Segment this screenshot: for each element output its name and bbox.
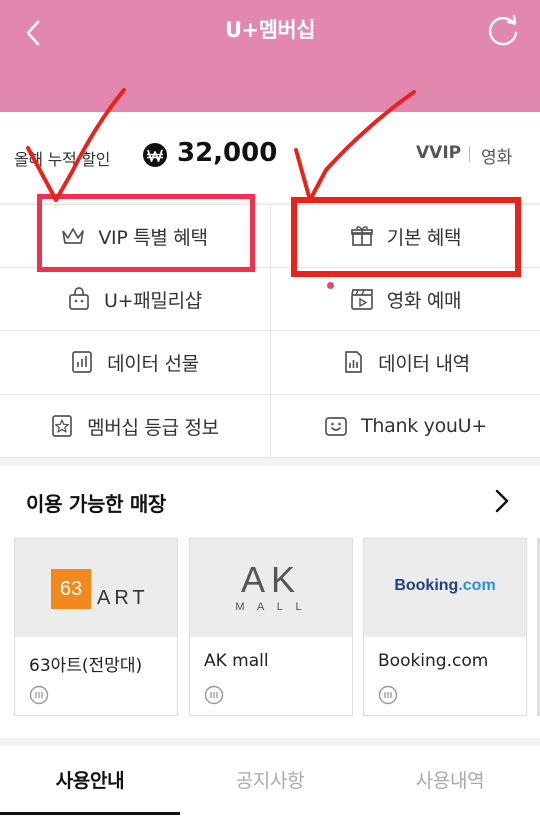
membership-grade: VVIP [416,143,462,163]
membership-grade-info-button[interactable]: 멤버십 등급 정보 [0,395,268,457]
coin-icon [29,685,49,705]
discount-summary: 올해 누적 할인 32,000 VVIP 영화 [0,112,540,202]
logo-text: .com [458,577,496,594]
store-name: Booking.com [378,651,489,671]
annotation-box-basic [291,197,521,277]
active-tab-indicator [0,812,180,815]
grade-star-icon [52,415,72,437]
benefit-label: 데이터 내역 [378,352,470,375]
store-logo-63art: 63 ART [15,539,177,637]
refresh-icon[interactable] [486,14,520,48]
movie-booking-button[interactable]: 영화 예매 [271,268,539,330]
movie-clapper-icon [350,289,373,310]
data-gift-button[interactable]: 데이터 선물 [0,331,268,393]
page-title: U+멤버십 [224,18,316,42]
store-logo-booking: Booking.com [364,539,526,637]
logo-mark: AK [240,559,302,600]
benefit-label: Thank youU+ [361,415,487,437]
benefit-label: 멤버십 등급 정보 [87,416,219,439]
available-stores-section: 이용 가능한 매장 63 ART 63아트(전망대) AK M A L L AK… [0,466,540,738]
coin-icon [204,685,224,705]
discount-label: 올해 누적 할인 [14,150,111,169]
new-indicator-dot [327,282,334,289]
annotation-box-vip [37,194,255,272]
store-card-akmall[interactable]: AK M A L L AK mall [189,538,353,716]
thank-you-button[interactable]: Thank youU+ [271,395,539,457]
family-shop-button[interactable]: U+패밀리샵 [0,268,268,330]
store-name: 63아트(전망대) [29,656,143,676]
data-history-icon [345,351,363,373]
shopping-bag-icon [69,287,89,310]
tab-usage-history[interactable]: 사용내역 [360,766,540,793]
logo-mark: Booking [394,577,459,594]
chevron-right-icon[interactable] [494,488,510,514]
store-name: AK mall [204,651,269,671]
divider [469,147,470,162]
coin-icon [378,685,398,705]
won-icon [143,143,167,167]
benefit-label: 영화 예매 [386,289,462,312]
membership-genre: 영화 [481,148,513,168]
smile-icon [325,417,347,436]
discount-amount: 32,000 [177,138,278,168]
section-title: 이용 가능한 매장 [26,492,167,516]
store-card-booking[interactable]: Booking.com Booking.com [363,538,527,716]
data-gift-icon [72,351,93,373]
tab-notice[interactable]: 공지사항 [180,766,360,793]
benefit-label: 데이터 선물 [107,352,199,375]
logo-text: M A L L [235,601,307,613]
logo-wordmark: Booking.com [364,577,526,595]
logo-mark: 63 [51,569,91,609]
store-logo-akmall: AK M A L L [190,539,352,637]
header-bar: U+멤버십 [0,0,540,112]
tab-usage-guide[interactable]: 사용안내 [0,766,180,793]
benefit-label: U+패밀리샵 [104,289,202,312]
bottom-tab-bar: 사용안내 공지사항 사용내역 [0,746,540,834]
logo-text: ART [97,587,149,609]
data-history-button[interactable]: 데이터 내역 [271,331,539,393]
store-card-63art[interactable]: 63 ART 63아트(전망대) [14,538,178,716]
